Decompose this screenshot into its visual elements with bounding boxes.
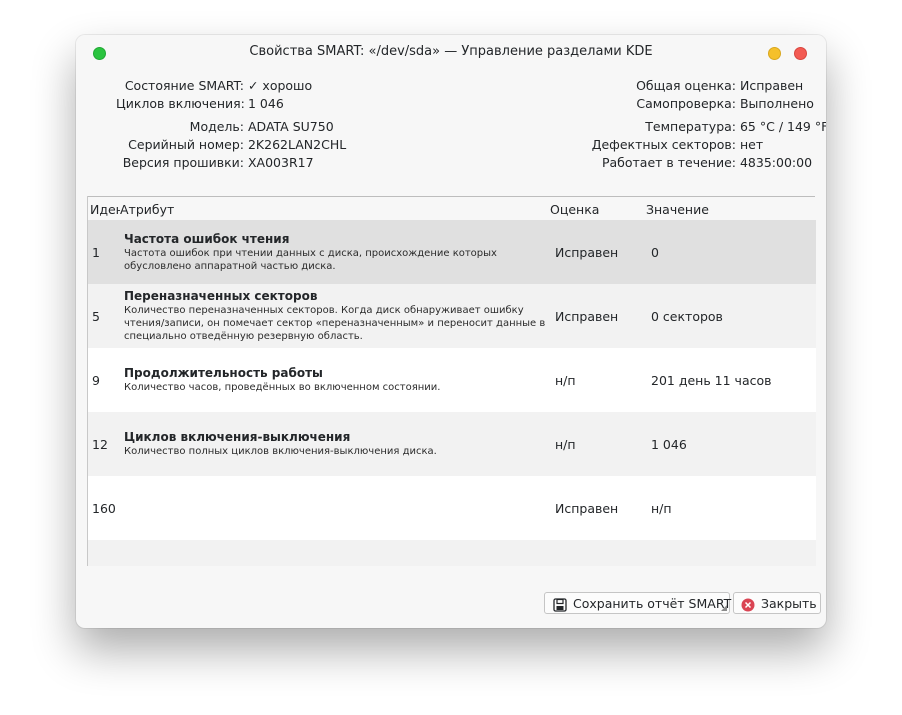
attribute-description: Количество полных циклов включения-выклю… bbox=[124, 446, 437, 457]
model-value: ADATA SU750 bbox=[247, 119, 334, 134]
bad-sectors-row: Дефектных секторов: нет bbox=[576, 136, 763, 154]
title-bar: Свойства SMART: «/dev/sda» — Управление … bbox=[76, 35, 826, 71]
save-report-button[interactable]: Сохранить отчёт SMART bbox=[544, 592, 732, 614]
row-assessment: Исправен bbox=[555, 501, 619, 516]
overall-assessment-value: Исправен bbox=[739, 78, 804, 93]
close-window-button[interactable] bbox=[794, 47, 807, 60]
firmware-value: XA003R17 bbox=[247, 155, 314, 170]
attribute-description: Частота ошибок при чтении данных с диска… bbox=[124, 248, 497, 272]
close-circle-icon bbox=[741, 597, 755, 612]
header-id[interactable]: Иден bbox=[90, 199, 120, 221]
smart-properties-window: Свойства SMART: «/dev/sda» — Управление … bbox=[76, 35, 826, 628]
firmware-row: Версия прошивки: XA003R17 bbox=[116, 154, 314, 172]
attribute-name: Циклов включения-выключения bbox=[124, 430, 351, 444]
temperature-value: 65 °C / 149 °F bbox=[739, 119, 826, 134]
serial-value: 2K262LAN2CHL bbox=[247, 137, 347, 152]
attribute-description: Количество переназначенных секторов. Ког… bbox=[124, 305, 546, 342]
header-attribute[interactable]: Атрибут bbox=[120, 199, 174, 221]
table-row[interactable]: 160 Исправен н/п bbox=[88, 476, 816, 540]
row-assessment: н/п bbox=[555, 373, 576, 388]
smart-status-label: Состояние SMART: bbox=[124, 78, 244, 93]
attribute-name: Частота ошибок чтения bbox=[124, 232, 290, 246]
table-row-empty bbox=[88, 540, 816, 566]
attribute-name: Продолжительность работы bbox=[124, 366, 323, 380]
power-cycles-value: 1 046 bbox=[247, 96, 284, 111]
row-value: 1 046 bbox=[651, 437, 687, 452]
smart-status-value: ✓ хорошо bbox=[247, 78, 313, 93]
table-header: Иден Атрибут Оценка Значение bbox=[88, 197, 816, 219]
close-label: Закрыть bbox=[761, 596, 817, 611]
table-row[interactable]: 12 Циклов включения-выключения Количеств… bbox=[88, 412, 816, 476]
table-row[interactable]: 9 Продолжительность работы Количество ча… bbox=[88, 348, 816, 412]
menu-arrow-icon bbox=[721, 605, 727, 611]
row-assessment: Исправен bbox=[555, 245, 619, 260]
attribute-name: Переназначенных секторов bbox=[124, 289, 318, 303]
power-cycles-row: Циклов включения: 1 046 bbox=[116, 95, 284, 113]
serial-row: Серийный номер: 2K262LAN2CHL bbox=[116, 136, 346, 154]
attribute-description: Количество часов, проведённых во включен… bbox=[124, 382, 441, 393]
bad-sectors-label: Дефектных секторов: bbox=[591, 137, 736, 152]
close-button[interactable]: Закрыть bbox=[733, 592, 821, 614]
uptime-row: Работает в течение: 4835:00:00 bbox=[576, 154, 812, 172]
model-row: Модель: ADATA SU750 bbox=[116, 118, 334, 136]
model-label: Модель: bbox=[189, 119, 244, 134]
firmware-label: Версия прошивки: bbox=[122, 155, 244, 170]
row-value: 0 секторов bbox=[651, 309, 723, 324]
selftest-value: Выполнено bbox=[739, 96, 814, 111]
bad-sectors-value: нет bbox=[739, 137, 764, 152]
header-value[interactable]: Значение bbox=[646, 199, 709, 221]
selftest-label: Самопроверка: bbox=[636, 96, 736, 111]
uptime-value: 4835:00:00 bbox=[739, 155, 813, 170]
row-value: 0 bbox=[651, 245, 659, 260]
window-title: Свойства SMART: «/dev/sda» — Управление … bbox=[249, 44, 653, 59]
row-value: н/п bbox=[651, 501, 672, 516]
row-assessment: н/п bbox=[555, 437, 576, 452]
row-value: 201 день 11 часов bbox=[651, 373, 772, 388]
header-assessment[interactable]: Оценка bbox=[550, 199, 599, 221]
temperature-label: Температура: bbox=[645, 119, 736, 134]
serial-label: Серийный номер: bbox=[128, 137, 244, 152]
row-id: 5 bbox=[92, 309, 100, 324]
overall-assessment-label: Общая оценка: bbox=[636, 78, 736, 93]
smart-attributes-table[interactable]: Иден Атрибут Оценка Значение 1 Частота о… bbox=[87, 196, 816, 566]
save-report-label: Сохранить отчёт SMART bbox=[573, 596, 732, 611]
overall-assessment-row: Общая оценка: Исправен bbox=[576, 77, 803, 95]
uptime-label: Работает в течение: bbox=[601, 155, 736, 170]
row-assessment: Исправен bbox=[555, 309, 619, 324]
floppy-disk-icon bbox=[553, 597, 567, 612]
power-cycles-label: Циклов включения: bbox=[116, 96, 245, 111]
minimize-button[interactable] bbox=[768, 47, 781, 60]
table-row[interactable]: 5 Переназначенных секторов Количество пе… bbox=[88, 284, 816, 348]
selftest-row: Самопроверка: Выполнено bbox=[576, 95, 814, 113]
row-id: 12 bbox=[92, 437, 108, 452]
row-id: 1 bbox=[92, 245, 100, 260]
smart-status-row: Состояние SMART: ✓ хорошо bbox=[116, 77, 312, 95]
temperature-row: Температура: 65 °C / 149 °F bbox=[576, 118, 826, 136]
table-row[interactable]: 1 Частота ошибок чтения Частота ошибок п… bbox=[88, 220, 816, 284]
row-id: 9 bbox=[92, 373, 100, 388]
row-id: 160 bbox=[92, 501, 116, 516]
